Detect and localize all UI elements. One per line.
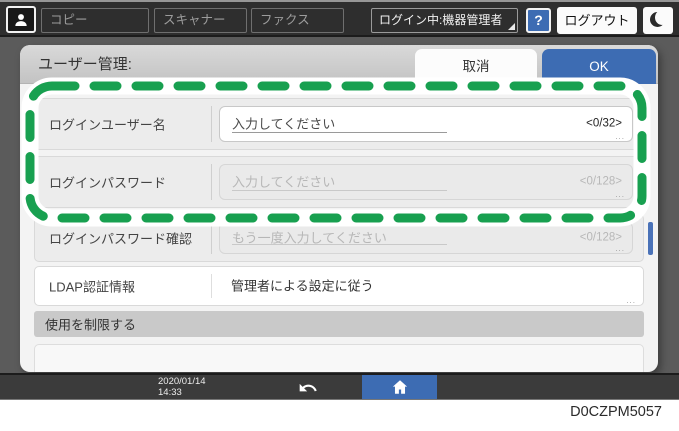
divider — [211, 222, 212, 254]
ellipsis-icon: ... — [626, 296, 636, 305]
page-title: ユーザー管理: — [38, 56, 132, 73]
ellipsis-icon: ... — [615, 132, 625, 141]
ldap-auth-label: LDAP認証情報 — [49, 279, 135, 295]
login-password-input[interactable]: 入力してください <0/128> ... — [219, 164, 633, 200]
user-icon — [15, 13, 27, 26]
tab-copy[interactable]: コピー — [41, 8, 149, 33]
login-password-row: ログインパスワード 入力してください <0/128> ... — [34, 156, 644, 208]
login-status-dropdown[interactable]: ログイン中:機器管理者 — [371, 8, 518, 33]
cancel-button[interactable]: 取消 — [415, 49, 537, 84]
char-counter: <0/32> — [586, 117, 622, 130]
char-counter: <0/128> — [579, 231, 622, 244]
login-password-label: ログインパスワード — [49, 175, 167, 191]
device-screen: コピー スキャナー ファクス ログイン中:機器管理者 ? ログアウト ユーザー管… — [0, 0, 679, 400]
tab-scanner[interactable]: スキャナー — [154, 8, 247, 33]
login-password-confirm-input[interactable]: もう一度入力してください <0/128> ... — [219, 222, 633, 254]
login-username-label: ログインユーザー名 — [49, 117, 166, 133]
placeholder-text: 入力してください — [232, 174, 336, 190]
login-status-text: ログイン中:機器管理者 — [379, 13, 503, 27]
placeholder-text: 入力してください — [232, 116, 336, 132]
home-button[interactable] — [362, 375, 437, 399]
login-username-input[interactable]: 入力してください <0/32> ... — [219, 106, 633, 142]
back-button[interactable] — [288, 376, 328, 400]
undo-arrow-icon — [299, 383, 317, 392]
divider — [211, 106, 212, 142]
ok-button[interactable]: OK — [542, 49, 656, 84]
help-button[interactable]: ? — [526, 8, 551, 33]
ellipsis-icon: ... — [615, 190, 625, 199]
time-text: 14:33 — [158, 386, 182, 398]
panel-header: ユーザー管理: 取消 OK — [20, 45, 658, 84]
top-bar: コピー スキャナー ファクス ログイン中:機器管理者 ? ログアウト — [0, 0, 679, 37]
crescent-moon-icon — [650, 10, 669, 28]
logout-button[interactable]: ログアウト — [557, 7, 637, 34]
ldap-auth-row[interactable]: LDAP認証情報 管理者による設定に従う ... — [34, 266, 644, 306]
user-button[interactable] — [6, 6, 36, 33]
login-password-confirm-row: ログインパスワード確認 もう一度入力してください <0/128> ... — [34, 214, 644, 262]
energy-saver-button[interactable] — [643, 7, 673, 34]
text-underline — [232, 132, 447, 133]
corner-triangle-icon — [508, 23, 515, 30]
scrollbar-thumb[interactable] — [648, 222, 653, 255]
restrict-use-label: 使用を制限する — [45, 317, 137, 333]
tab-fax[interactable]: ファクス — [251, 8, 344, 33]
user-management-panel: ユーザー管理: 取消 OK ログインユーザー名 入力してください <0/32> … — [20, 45, 658, 372]
text-underline — [232, 244, 447, 245]
ldap-auth-value: 管理者による設定に従う — [231, 278, 374, 294]
restrict-use-section[interactable]: 使用を制限する — [34, 311, 644, 337]
clipped-row — [34, 344, 644, 372]
bottom-bar: 2020/01/14 14:33 — [0, 373, 679, 400]
figure-caption: D0CZPM5057 — [570, 404, 662, 420]
divider — [211, 164, 212, 200]
date-text: 2020/01/14 — [158, 376, 206, 387]
home-icon — [392, 380, 407, 394]
datetime-display: 2020/01/14 14:33 — [158, 376, 206, 398]
ellipsis-icon: ... — [615, 244, 625, 253]
text-underline — [232, 190, 447, 191]
char-counter: <0/128> — [579, 175, 622, 188]
login-password-confirm-label: ログインパスワード確認 — [49, 231, 193, 247]
login-username-row: ログインユーザー名 入力してください <0/32> ... — [34, 98, 644, 150]
divider — [211, 274, 212, 298]
figure: コピー スキャナー ファクス ログイン中:機器管理者 ? ログアウト ユーザー管… — [0, 0, 679, 431]
